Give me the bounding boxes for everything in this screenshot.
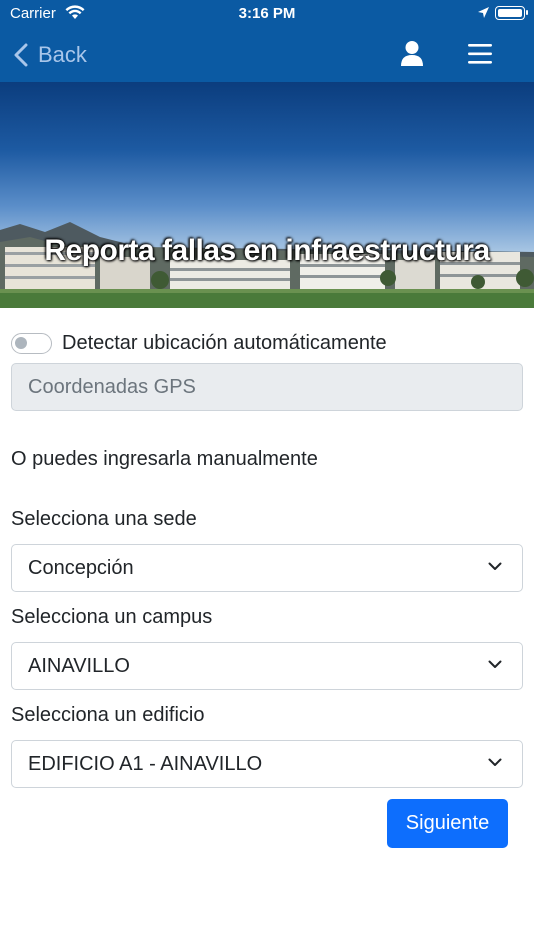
hamburger-menu-icon[interactable]	[468, 43, 492, 65]
auto-detect-label: Detectar ubicación automáticamente	[62, 332, 387, 354]
hero-banner: Reporta fallas en infraestructura	[0, 82, 534, 308]
navigation-bar: Carrier 3:16 PM Back	[0, 0, 534, 82]
chevron-down-icon	[488, 660, 502, 668]
sede-label: Selecciona una sede	[11, 508, 197, 530]
status-bar: Carrier 3:16 PM	[0, 0, 534, 28]
gps-coordinates-input[interactable]	[11, 363, 523, 411]
back-button[interactable]: Back	[14, 40, 87, 70]
campus-selected-value: AINAVILLO	[28, 654, 130, 677]
campus-select[interactable]: AINAVILLO	[11, 642, 523, 690]
next-button[interactable]: Siguiente	[387, 799, 508, 848]
battery-icon	[495, 6, 528, 20]
campus-label: Selecciona un campus	[11, 606, 213, 628]
edificio-selected-value: EDIFICIO A1 - AINAVILLO	[28, 752, 263, 775]
edificio-label: Selecciona un edificio	[11, 704, 205, 726]
location-arrow-icon	[478, 7, 489, 18]
chevron-down-icon	[488, 562, 502, 570]
toggle-knob	[15, 337, 27, 349]
sede-selected-value: Concepción	[28, 556, 134, 579]
user-icon[interactable]	[400, 40, 424, 67]
auto-detect-row: Detectar ubicación automáticamente	[11, 332, 387, 355]
sede-select[interactable]: Concepción	[11, 544, 523, 592]
auto-detect-toggle[interactable]	[11, 333, 52, 354]
manual-entry-text: O puedes ingresarla manualmente	[11, 448, 318, 470]
edificio-select[interactable]: EDIFICIO A1 - AINAVILLO	[11, 740, 523, 788]
campus-banner-image	[0, 222, 534, 308]
chevron-down-icon	[488, 758, 502, 766]
back-label: Back	[38, 42, 87, 67]
chevron-left-icon	[14, 43, 28, 67]
hero-title: Reporta fallas en infraestructura	[44, 234, 490, 267]
status-time: 3:16 PM	[238, 5, 296, 22]
